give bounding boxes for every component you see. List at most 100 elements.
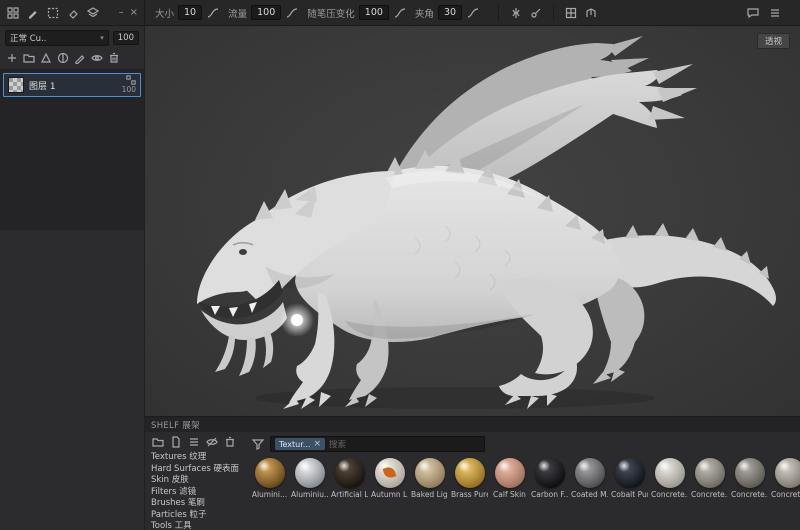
material-sphere[interactable] <box>254 458 285 488</box>
eraser-icon[interactable] <box>66 6 80 20</box>
effects-icon[interactable] <box>39 51 53 65</box>
lazy-mouse-icon[interactable] <box>529 6 543 20</box>
material-item[interactable]: Concrete... <box>691 458 728 499</box>
material-sphere[interactable] <box>534 458 565 488</box>
material-sphere[interactable] <box>734 458 765 488</box>
hide-icon[interactable] <box>205 435 219 449</box>
projection-icon[interactable] <box>584 6 598 20</box>
shelf-titlebar[interactable]: SHELF 展架 <box>145 417 800 432</box>
material-item[interactable]: Brass Pure <box>451 458 488 499</box>
delete-layer-icon[interactable] <box>107 51 121 65</box>
left-dock-header: – × <box>0 0 145 25</box>
search-input[interactable]: Textur... × 搜索 <box>270 436 485 452</box>
chat-bubble-icon[interactable] <box>746 6 760 20</box>
material-item[interactable]: Calf Skin <box>491 458 528 499</box>
marquee-icon[interactable] <box>46 6 60 20</box>
chip-label: Textur... <box>279 439 311 449</box>
material-item[interactable]: Coated M... <box>571 458 608 499</box>
param-value-field[interactable]: 30 <box>437 5 463 20</box>
shelf-category-hard-surfaces[interactable]: Hard Surfaces 硬表面 <box>151 464 247 476</box>
blend-opacity-row: 正常 Cu.. ▾ 100 <box>0 26 144 49</box>
pressure-curve-icon[interactable] <box>285 6 299 20</box>
param-value-field[interactable]: 100 <box>251 5 282 20</box>
material-item[interactable]: Artificial L... <box>331 458 368 499</box>
material-sphere[interactable] <box>494 458 525 488</box>
material-item[interactable]: Carbon F... <box>531 458 568 499</box>
material-item[interactable]: Alumini... <box>251 458 288 499</box>
folder-icon[interactable] <box>151 435 165 449</box>
shelf-category-tools[interactable]: Tools 工具 <box>151 521 247 530</box>
layer-opacity-field[interactable]: 100 <box>112 31 139 45</box>
add-folder-icon[interactable] <box>22 51 36 65</box>
menu-icon[interactable] <box>768 6 782 20</box>
material-item[interactable]: Baked Lig... <box>411 458 448 499</box>
material-grid: Alumini...Aluminiu...Artificial L...Autu… <box>251 458 800 499</box>
symmetry-icon[interactable] <box>509 6 523 20</box>
brush-params: 大小 10 流量 100 随笔压变化 100 夹角 30 <box>155 5 488 20</box>
material-item[interactable]: Concrete... <box>771 458 800 499</box>
material-sphere[interactable] <box>654 458 685 488</box>
paint-icon[interactable] <box>73 51 87 65</box>
material-sphere[interactable] <box>294 458 325 488</box>
material-sphere[interactable] <box>614 458 645 488</box>
brush-param: 随笔压变化 100 <box>307 5 407 20</box>
shelf-search-row: Textur... × 搜索 <box>251 435 796 453</box>
brush-cursor <box>280 303 314 337</box>
material-item[interactable]: Cobalt Pure <box>611 458 648 499</box>
material-sphere[interactable] <box>374 458 405 488</box>
grid-icon[interactable] <box>6 6 20 20</box>
uv-tile-icon[interactable] <box>564 6 578 20</box>
param-label: 流量 <box>228 8 248 20</box>
panel-close-button[interactable]: × <box>130 7 138 18</box>
pressure-curve-icon[interactable] <box>206 6 220 20</box>
layer-name[interactable]: 图层 1 <box>29 79 117 92</box>
param-value-field[interactable]: 100 <box>358 5 389 20</box>
filter-funnel-icon[interactable] <box>251 437 265 451</box>
list-view-icon[interactable] <box>187 435 201 449</box>
pencil-tool-icon[interactable] <box>26 6 40 20</box>
layer-row-selected[interactable]: 图层 1 100 <box>3 73 141 97</box>
chip-close-icon[interactable]: × <box>313 439 321 449</box>
camera-mode-button[interactable]: 透视 <box>756 33 790 49</box>
material-sphere[interactable] <box>694 458 725 488</box>
material-name: Alumini... <box>251 490 288 499</box>
material-item[interactable]: Aluminiu... <box>291 458 328 499</box>
shelf-categories: Textures 纹理 Hard Surfaces 硬表面 Skin 皮肤 Filte… <box>145 432 247 530</box>
layer-blend-icon[interactable] <box>126 75 136 85</box>
viewport-3d[interactable]: 透视 <box>145 26 800 416</box>
material-item[interactable]: Concrete... <box>731 458 768 499</box>
material-sphere[interactable] <box>574 458 605 488</box>
shelf-actions <box>151 434 247 452</box>
shelf-category-particles[interactable]: Particles 粒子 <box>151 510 247 522</box>
material-sphere[interactable] <box>774 458 800 488</box>
brush-param: 流量 100 <box>228 5 299 20</box>
search-filter-chip[interactable]: Textur... × <box>275 438 325 450</box>
layer-thumbnail[interactable] <box>8 77 24 93</box>
pressure-curve-icon[interactable] <box>393 6 407 20</box>
shelf-category-skin[interactable]: Skin 皮肤 <box>151 475 247 487</box>
shelf-content: Textur... × 搜索 Alumini... Aluminiu... Arti… <box>247 432 800 530</box>
trash-icon[interactable] <box>223 435 237 449</box>
mask-icon[interactable] <box>56 51 70 65</box>
material-sphere[interactable] <box>414 458 445 488</box>
blend-mode-dropdown[interactable]: 正常 Cu.. ▾ <box>5 30 109 46</box>
param-value-field[interactable]: 10 <box>178 5 203 20</box>
new-file-icon[interactable] <box>169 435 183 449</box>
material-sphere[interactable] <box>334 458 365 488</box>
panel-minimize-button[interactable]: – <box>119 7 124 18</box>
shelf-category-filters[interactable]: Filters 滤镜 <box>151 487 247 499</box>
add-layer-icon[interactable] <box>5 51 19 65</box>
layer-opacity-value[interactable]: 100 <box>122 85 136 94</box>
shelf-category-brushes[interactable]: Brushes 笔刷 <box>151 498 247 510</box>
material-item[interactable]: Autumn L... <box>371 458 408 499</box>
material-name: Cobalt Pure <box>611 490 648 499</box>
pressure-curve-icon[interactable] <box>466 6 480 20</box>
visibility-icon[interactable] <box>90 51 104 65</box>
toolbar-separator <box>553 4 555 21</box>
shelf-category-textures[interactable]: Textures 纹理 <box>151 452 247 464</box>
material-item[interactable]: Concrete... <box>651 458 688 499</box>
layers-icon[interactable] <box>86 6 100 20</box>
dragon-model[interactable] <box>145 26 800 416</box>
material-sphere[interactable] <box>454 458 485 488</box>
param-label: 夹角 <box>414 8 434 20</box>
